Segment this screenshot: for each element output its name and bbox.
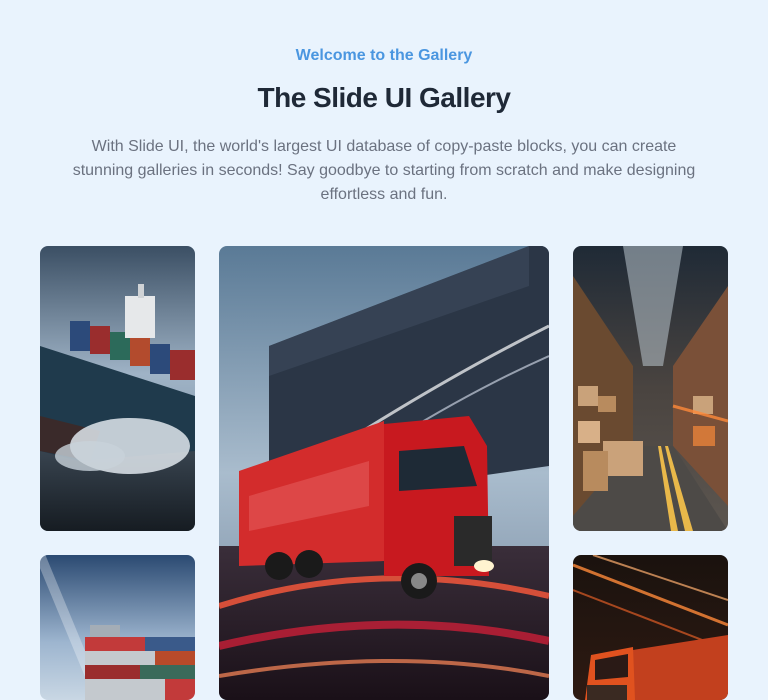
container-ship-image[interactable] bbox=[40, 246, 195, 531]
gallery-description: With Slide UI, the world's largest UI da… bbox=[72, 138, 696, 203]
warehouse-image[interactable] bbox=[573, 246, 728, 531]
orange-truck-image[interactable] bbox=[573, 555, 728, 700]
red-truck-image[interactable] bbox=[219, 246, 549, 700]
page-title: The Slide UI Gallery bbox=[257, 82, 511, 113]
gallery-eyebrow: Welcome to the Gallery bbox=[295, 47, 473, 64]
shipping-containers-image[interactable] bbox=[40, 555, 195, 700]
